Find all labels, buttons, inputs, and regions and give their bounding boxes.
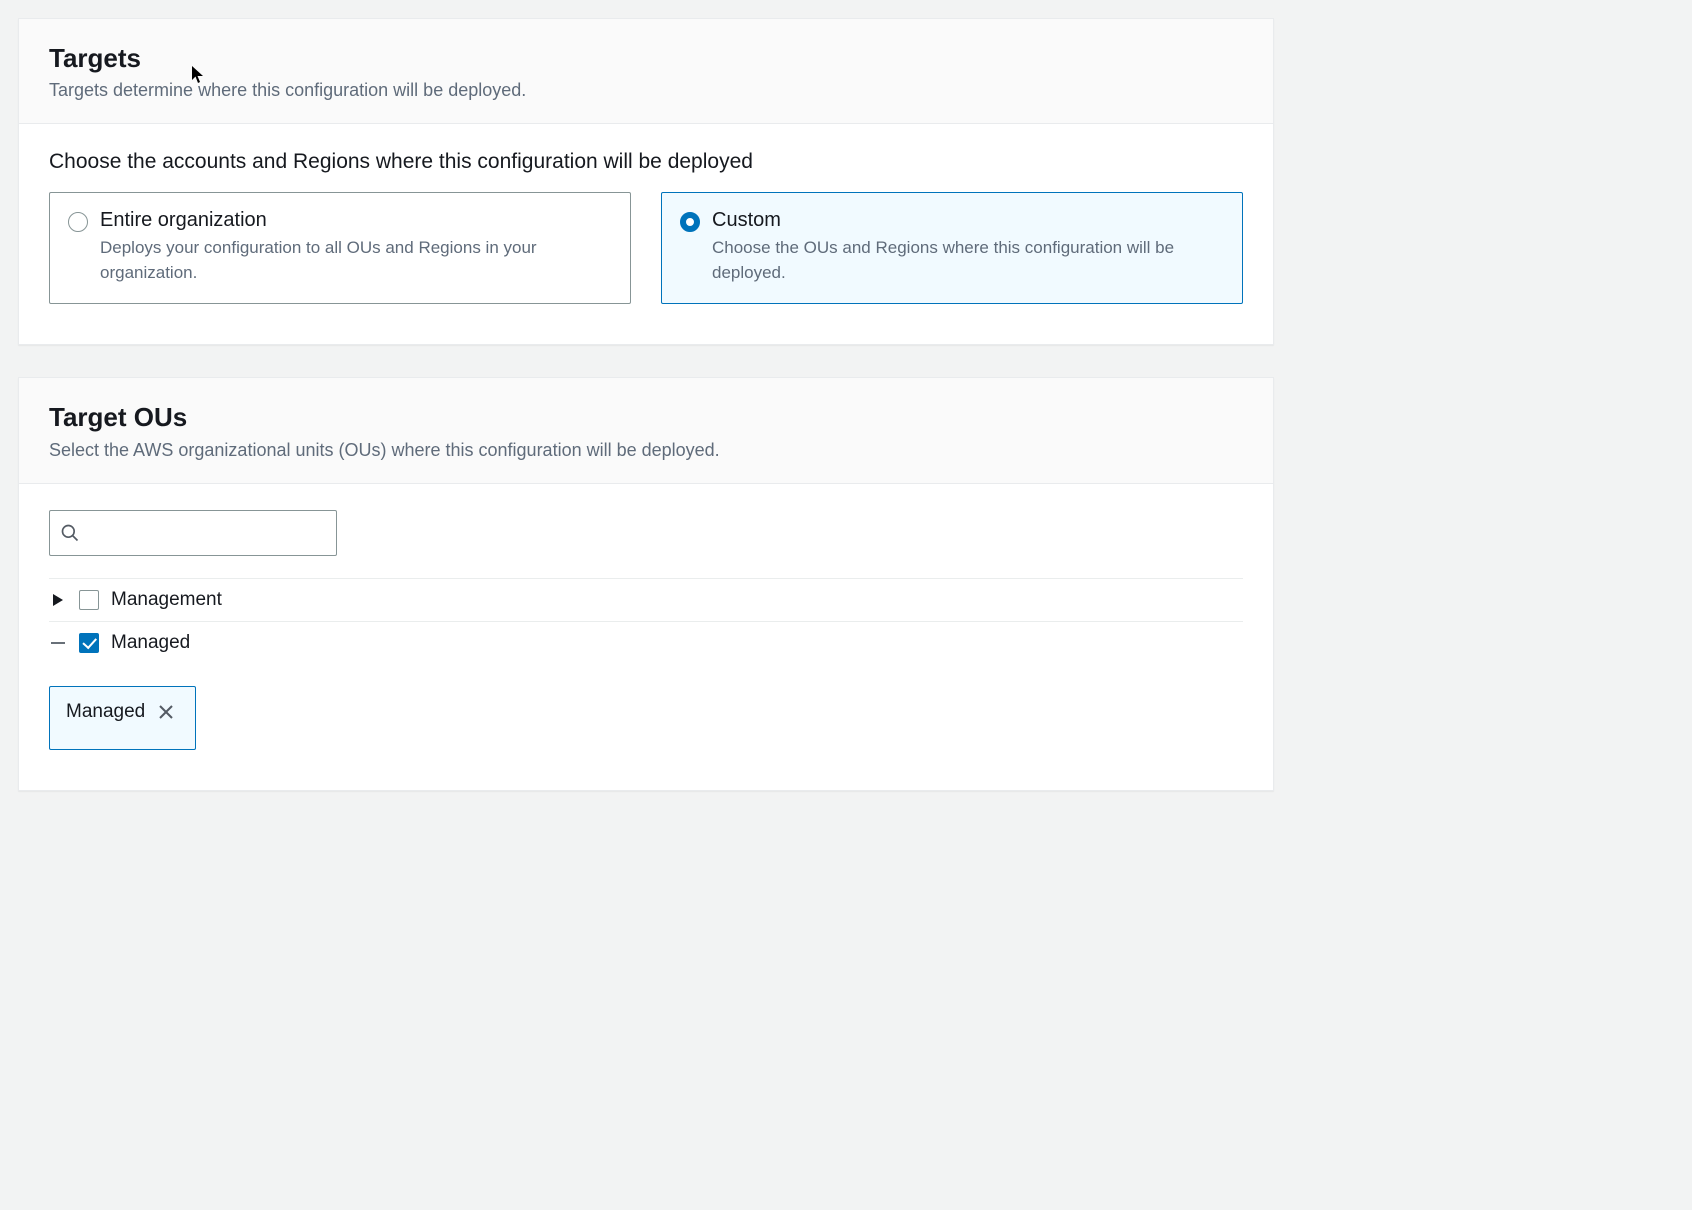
cursor-icon	[191, 65, 205, 85]
expand-toggle-management[interactable]	[49, 593, 67, 607]
targets-body: Choose the accounts and Regions where th…	[19, 124, 1273, 344]
selected-ou-tags: Managed	[49, 686, 1243, 750]
ou-search[interactable]	[49, 510, 337, 556]
option-entire-title: Entire organization	[100, 209, 612, 232]
target-ous-subtext: Select the AWS organizational units (OUs…	[49, 440, 1243, 461]
radio-custom[interactable]	[680, 212, 700, 232]
targets-header: Targets Targets determine where this con…	[19, 19, 1273, 124]
ou-tree: Management Managed	[49, 578, 1243, 664]
choose-label: Choose the accounts and Regions where th…	[49, 150, 1243, 174]
targets-subtext: Targets determine where this configurati…	[49, 80, 1243, 101]
dash-icon	[51, 642, 65, 644]
deployment-options: Entire organization Deploys your configu…	[49, 192, 1243, 304]
tree-label-management: Management	[111, 589, 222, 611]
tag-label: Managed	[66, 701, 145, 723]
tag-remove-managed[interactable]	[157, 703, 175, 721]
option-custom-title: Custom	[712, 209, 1224, 232]
checkbox-management[interactable]	[79, 590, 99, 610]
checkbox-managed[interactable]	[79, 633, 99, 653]
tree-row-managed[interactable]: Managed	[49, 622, 1243, 664]
option-custom-desc: Choose the OUs and Regions where this co…	[712, 236, 1224, 285]
caret-right-icon	[52, 593, 64, 607]
target-ous-heading: Target OUs	[49, 402, 1243, 433]
option-entire-organization[interactable]: Entire organization Deploys your configu…	[49, 192, 631, 304]
tree-label-managed: Managed	[111, 632, 190, 654]
radio-entire-organization[interactable]	[68, 212, 88, 232]
option-custom[interactable]: Custom Choose the OUs and Regions where …	[661, 192, 1243, 304]
tag-managed[interactable]: Managed	[49, 686, 196, 750]
close-icon	[158, 704, 174, 720]
targets-panel: Targets Targets determine where this con…	[18, 18, 1274, 345]
target-ous-body: Management Managed Managed	[19, 484, 1273, 790]
option-entire-desc: Deploys your configuration to all OUs an…	[100, 236, 612, 285]
expand-toggle-managed[interactable]	[49, 642, 67, 644]
tree-row-management[interactable]: Management	[49, 579, 1243, 622]
search-icon	[60, 523, 80, 543]
targets-heading: Targets	[49, 43, 1243, 74]
target-ous-header: Target OUs Select the AWS organizational…	[19, 378, 1273, 483]
target-ous-panel: Target OUs Select the AWS organizational…	[18, 377, 1274, 790]
ou-search-input[interactable]	[88, 523, 326, 543]
